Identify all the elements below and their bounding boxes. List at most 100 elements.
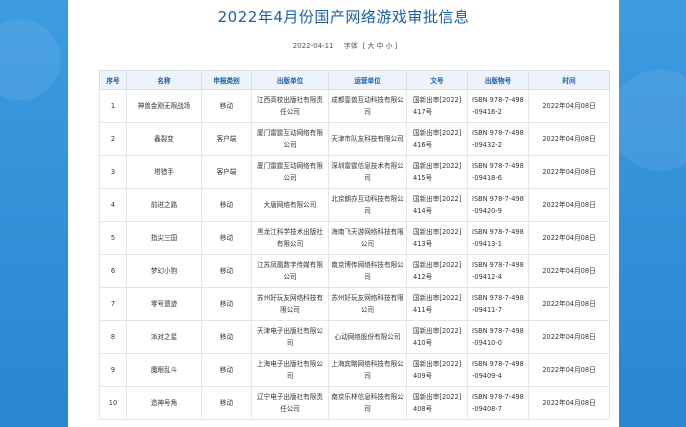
cell-type: 客户端 (201, 122, 252, 156)
table-header-row: 序号 名称 申报类别 出版单位 运营单位 文号 出版物号 时间 (99, 70, 610, 90)
cell-type: 移动 (201, 89, 252, 123)
cell-publisher: 江苏凤凰数字传媒有限公司 (251, 254, 329, 288)
cell-type: 移动 (201, 188, 252, 222)
cell-name: 指尖三国 (126, 221, 202, 255)
cell-operator: 上海宾略网络科技有限公司 (328, 353, 407, 387)
table-row: 9 魔眼乱斗 移动 上海电子出版社有限公司 上海宾略网络科技有限公司 国新出审[2022]… (99, 353, 610, 387)
cell-isbn: ISBN 978-7-498-09411-7 (467, 287, 529, 321)
font-size-label: 字体 (343, 42, 358, 50)
cell-type: 客户端 (201, 155, 252, 189)
cell-name: 派对之星 (126, 320, 202, 354)
cell-doc: 国新出审[2022]412号 (406, 254, 468, 288)
cell-doc: 国新出审[2022]417号 (406, 89, 468, 123)
cell-name: 魔眼乱斗 (126, 353, 202, 387)
cell-name: 梦幻小狗 (126, 254, 202, 288)
cell-name: 鑫裂变 (126, 122, 202, 156)
cell-isbn: ISBN 978-7-498-09420-9 (467, 188, 529, 222)
cell-no: 3 (99, 155, 127, 189)
cell-name: 塔猎手 (126, 155, 202, 189)
col-header-isbn: 出版物号 (467, 70, 529, 90)
cell-operator: 苏州好玩友网络科技有限公司 (328, 287, 407, 321)
cell-time: 2022年04月08日 (528, 89, 610, 123)
cell-time: 2022年04月08日 (528, 188, 610, 222)
bracket-close: ] (394, 42, 398, 50)
cell-name: 造神号角 (126, 386, 202, 420)
cell-operator: 海南飞天游网络科技有限公司 (328, 221, 407, 255)
cell-publisher: 天津电子出版社有限公司 (251, 320, 329, 354)
col-header-operator: 运营单位 (328, 70, 407, 90)
cell-isbn: ISBN 978-7-498-09418-6 (467, 155, 529, 189)
article-meta: 2022-04-11 字体 [大中小] (68, 40, 619, 52)
font-size-small[interactable]: 小 (385, 42, 392, 50)
cell-time: 2022年04月08日 (528, 122, 610, 156)
font-size-large[interactable]: 大 (367, 42, 374, 50)
cell-doc: 国新出审[2022]408号 (406, 386, 468, 420)
cell-operator: 北京朗亦互动科技有限公司 (328, 188, 407, 222)
cell-name: 零号遗迹 (126, 287, 202, 321)
cell-time: 2022年04月08日 (528, 320, 610, 354)
table-row: 7 零号遗迹 移动 苏州好玩友网络科技有限公司 苏州好玩友网络科技有限公司 国新出审[20… (99, 287, 610, 321)
cell-type: 移动 (201, 320, 252, 354)
col-header-publisher: 出版单位 (251, 70, 329, 90)
cell-no: 10 (99, 386, 127, 420)
cell-type: 移动 (201, 221, 252, 255)
font-size-medium[interactable]: 中 (376, 42, 383, 50)
table-row: 3 塔猎手 客户端 厦门雷霆互动网络有限公司 深圳雷霆信息技术有限公司 国新出审[2022… (99, 155, 610, 189)
cell-time: 2022年04月08日 (528, 386, 610, 420)
cell-doc: 国新出审[2022]411号 (406, 287, 468, 321)
cell-no: 9 (99, 353, 127, 387)
cell-doc: 国新出审[2022]413号 (406, 221, 468, 255)
bracket-open: [ (362, 42, 366, 50)
col-header-type: 申报类别 (201, 70, 252, 90)
publish-date: 2022-04-11 (292, 42, 334, 50)
cell-name: 前进之路 (126, 188, 202, 222)
cell-operator: 深圳雷霆信息技术有限公司 (328, 155, 407, 189)
cell-doc: 国新出审[2022]414号 (406, 188, 468, 222)
cell-publisher: 厦门雷霆互动网络有限公司 (251, 155, 329, 189)
cell-operator: 成都壹兽互动科技有限公司 (328, 89, 407, 123)
cell-isbn: ISBN 978-7-498-09409-4 (467, 353, 529, 387)
cell-time: 2022年04月08日 (528, 221, 610, 255)
cell-operator: 南京博传网络科技有限公司 (328, 254, 407, 288)
cell-publisher: 苏州好玩友网络科技有限公司 (251, 287, 329, 321)
cell-isbn: ISBN 978-7-498-09413-1 (467, 221, 529, 255)
cell-type: 移动 (201, 386, 252, 420)
cell-time: 2022年04月08日 (528, 287, 610, 321)
cell-isbn: ISBN 978-7-498-09412-4 (467, 254, 529, 288)
col-header-time: 时间 (528, 70, 610, 90)
cell-operator: 心动网络股份有限公司 (328, 320, 407, 354)
cell-operator: 南京乐林信息科技有限公司 (328, 386, 407, 420)
cell-publisher: 上海电子出版社有限公司 (251, 353, 329, 387)
cell-no: 4 (99, 188, 127, 222)
col-header-doc: 文号 (406, 70, 468, 90)
col-header-no: 序号 (99, 70, 127, 90)
col-header-name: 名称 (126, 70, 202, 90)
cell-type: 移动 (201, 353, 252, 387)
cell-operator: 天津市队友科技有限公司 (328, 122, 407, 156)
cell-doc: 国新出审[2022]409号 (406, 353, 468, 387)
cell-publisher: 大唐网络有限公司 (251, 188, 329, 222)
table-row: 4 前进之路 移动 大唐网络有限公司 北京朗亦互动科技有限公司 国新出审[2022]414… (99, 188, 610, 222)
cell-type: 移动 (201, 254, 252, 288)
cell-name: 神兽金刚无限战场 (126, 89, 202, 123)
cell-no: 2 (99, 122, 127, 156)
cell-publisher: 江西高校出版社有限责任公司 (251, 89, 329, 123)
table-row: 8 派对之星 移动 天津电子出版社有限公司 心动网络股份有限公司 国新出审[2022]41… (99, 320, 610, 354)
cell-isbn: ISBN 978-7-498-09410-0 (467, 320, 529, 354)
table-row: 1 神兽金刚无限战场 移动 江西高校出版社有限责任公司 成都壹兽互动科技有限公司 国新出审… (99, 89, 610, 123)
cell-doc: 国新出审[2022]415号 (406, 155, 468, 189)
cell-doc: 国新出审[2022]410号 (406, 320, 468, 354)
cell-isbn: ISBN 978-7-498-09408-7 (467, 386, 529, 420)
table-row: 6 梦幻小狗 移动 江苏凤凰数字传媒有限公司 南京博传网络科技有限公司 国新出审[2022… (99, 254, 610, 288)
cell-time: 2022年04月08日 (528, 353, 610, 387)
cell-no: 6 (99, 254, 127, 288)
cell-time: 2022年04月08日 (528, 155, 610, 189)
cell-no: 5 (99, 221, 127, 255)
table-row: 5 指尖三国 移动 黑龙江科学技术出版社有限公司 海南飞天游网络科技有限公司 国新出审[2… (99, 221, 610, 255)
cell-isbn: ISBN 978-7-498-09432-2 (467, 122, 529, 156)
cell-publisher: 黑龙江科学技术出版社有限公司 (251, 221, 329, 255)
page-title: 2022年4月份国产网络游戏审批信息 (217, 8, 470, 26)
cell-doc: 国新出审[2022]416号 (406, 122, 468, 156)
table-row: 2 鑫裂变 客户端 厦门雷霆互动网络有限公司 天津市队友科技有限公司 国新出审[2022]… (99, 122, 610, 156)
cell-no: 7 (99, 287, 127, 321)
